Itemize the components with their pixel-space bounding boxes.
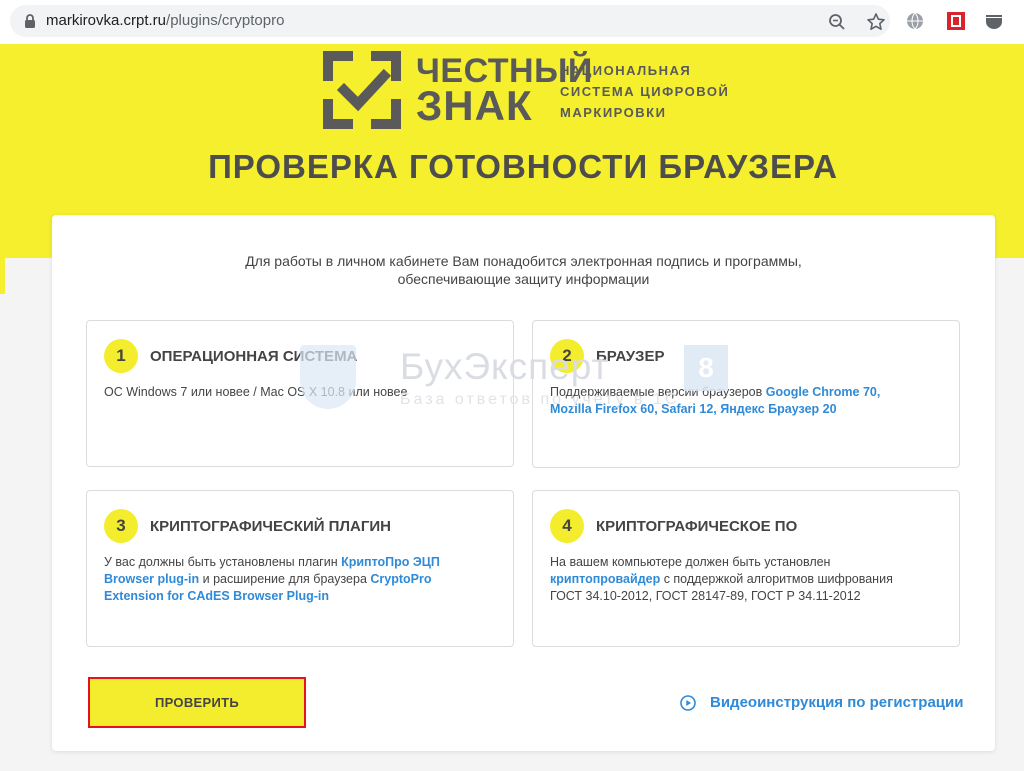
url-host: markirovka.crpt.ru [46,12,167,29]
crypto-provider-link[interactable]: криптопровайдер [550,572,660,586]
logo-tagline-line: СИСТЕМА ЦИФРОВОЙ [560,84,730,99]
firefox-link[interactable]: Mozilla Firefox 60, [550,402,658,416]
logo-tagline: НАЦИОНАЛЬНАЯ СИСТЕМА ЦИФРОВОЙ МАРКИРОВКИ [560,60,729,123]
step-title: БРАУЗЕР [596,348,665,365]
play-circle-icon [680,695,696,711]
step-title: КРИПТОГРАФИЧЕСКИЙ ПЛАГИН [150,518,391,535]
page-title: ПРОВЕРКА ГОТОВНОСТИ БРАУЗЕРА [208,148,838,185]
step-card-os: 1 ОПЕРАЦИОННАЯ СИСТЕМА ОС Windows 7 или … [86,320,514,467]
step-text: ОС Windows 7 или новее / Mac OS X 10.8 и… [104,385,408,399]
step-title: ОПЕРАЦИОННАЯ СИСТЕМА [150,348,358,365]
intro-text: Для работы в личном кабинете Вам понадоб… [52,252,995,288]
url-field[interactable]: markirovka.crpt.ru/plugins/cryptopro [10,5,890,37]
step-text-plain: и расширение для браузера [199,572,371,586]
logo-tagline-line: МАРКИРОВКИ [560,105,667,120]
zoom-icon[interactable] [828,13,846,31]
step-text: У вас должны быть установлены плагин Кри… [104,554,454,605]
video-instruction-link[interactable]: Видеоинструкция по регистрации [680,693,963,713]
step-text: Поддерживаемые версии браузеров Google C… [550,384,950,418]
step-text-plain: На вашем компьютере должен быть установл… [550,555,831,569]
chrome-link[interactable]: Google Chrome 70, [766,385,881,399]
url-path: /plugins/cryptopro [166,12,285,29]
star-icon[interactable] [866,12,886,32]
browser-address-bar: markirovka.crpt.ru/plugins/cryptopro [0,0,1024,44]
step-card-crypto-software: 4 КРИПТОГРАФИЧЕСКОЕ ПО На вашем компьюте… [532,490,960,647]
step-text-plain: Поддерживаемые версии браузеров [550,385,766,399]
logo-check-icon [323,51,401,129]
step-text-plain: У вас должны быть установлены плагин [104,555,342,569]
logo-tagline-line: НАЦИОНАЛЬНАЯ [560,63,692,78]
step-card-plugin: 3 КРИПТОГРАФИЧЕСКИЙ ПЛАГИН У вас должны … [86,490,514,647]
check-button[interactable]: ПРОВЕРИТЬ [88,677,306,728]
lock-icon [25,14,35,28]
safari-link[interactable]: Safari 12, [661,402,717,416]
step-text: На вашем компьютере должен быть установл… [550,554,920,605]
step-number: 1 [104,339,138,373]
logo-word-znak: ЗНАК [416,82,533,129]
red-extension-icon[interactable] [946,11,966,31]
step-number: 3 [104,509,138,543]
step-card-browser: 2 БРАУЗЕР Поддерживаемые версии браузеро… [532,320,960,468]
step-number: 2 [550,339,584,373]
step-title: КРИПТОГРАФИЧЕСКОЕ ПО [596,518,798,535]
main-card: Для работы в личном кабинете Вам понадоб… [52,215,995,751]
hero-edge [0,258,5,294]
globe-extension-icon[interactable] [906,12,924,30]
yandex-browser-link[interactable]: Яндекс Браузер 20 [720,402,836,416]
gray-extension-icon[interactable] [984,12,1004,30]
url-text: markirovka.crpt.ru/plugins/cryptopro [46,12,284,30]
video-instruction-label: Видеоинструкция по регистрации [710,694,964,711]
step-number: 4 [550,509,584,543]
intro-line: обеспечивающие защиту информации [397,271,650,287]
intro-line: Для работы в личном кабинете Вам понадоб… [245,253,802,269]
